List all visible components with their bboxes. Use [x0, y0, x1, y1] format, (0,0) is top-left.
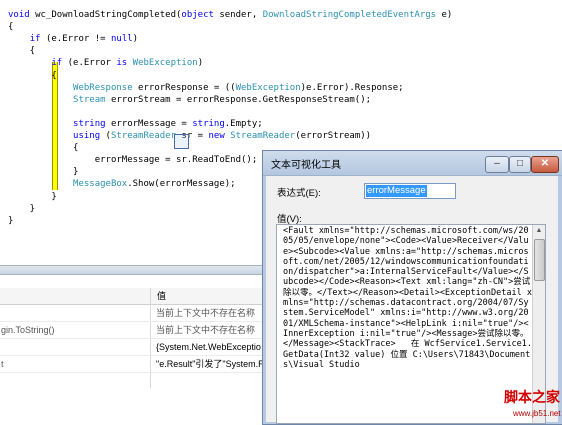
code-token: string	[73, 118, 106, 129]
code-token: .Empty;	[224, 118, 263, 129]
code-line[interactable]: void wc_DownloadStringCompleted(object s…	[8, 9, 452, 21]
expression-value: errorMessage	[366, 185, 427, 197]
code-line[interactable]: }	[8, 203, 35, 215]
locals-row[interactable]: gin.ToString() 当前上下文中不存在名称	[0, 322, 290, 339]
code-token: errorMessage =	[105, 118, 193, 129]
locals-row[interactable]: {System.Net.WebExceptio	[0, 339, 290, 356]
scroll-up-icon[interactable]: ▲	[533, 225, 545, 237]
code-token: {	[8, 46, 36, 57]
dialog-title: 文本可视化工具	[271, 160, 341, 171]
watermark-text: 脚本之家	[504, 390, 560, 406]
code-line[interactable]: }	[8, 191, 57, 203]
code-token: )e.Error).Response;	[300, 82, 404, 93]
row-value: 当前上下文中不存在名称	[156, 325, 256, 335]
code-token: MessageBox	[73, 179, 128, 190]
code-token: StreamReader	[110, 131, 176, 141]
locals-column-headers: 值	[0, 288, 290, 305]
code-token: {	[8, 22, 14, 33]
row-value: 当前上下文中不存在名称	[156, 308, 256, 318]
code-line[interactable]: WebResponse errorResponse = ((WebExcepti…	[8, 82, 404, 94]
code-line[interactable]: string errorMessage = string.Empty;	[8, 118, 263, 130]
code-token: {	[8, 70, 57, 81]
close-button[interactable]: ✕	[531, 156, 559, 173]
watermark-url: www.jb51.net	[513, 409, 561, 418]
code-token: void	[8, 10, 30, 20]
code-token: }	[8, 191, 57, 202]
code-line[interactable]: {	[8, 70, 57, 82]
maximize-button[interactable]: □	[509, 156, 531, 173]
code-token: .Show(errorMessage);	[127, 179, 236, 190]
code-token: DownloadStringCompletedEventArgs	[262, 10, 437, 20]
locals-window: 值 当前上下文中不存在名称 gin.ToString() 当前上下文中不存在名称…	[0, 265, 290, 423]
locals-row[interactable]: 当前上下文中不存在名称	[0, 305, 290, 322]
code-token: {	[8, 143, 79, 154]
code-token: WebException	[132, 58, 198, 69]
code-line[interactable]: using (StreamReader sr = new StreamReade…	[8, 130, 371, 142]
code-token: }	[8, 203, 36, 214]
code-line[interactable]: {	[8, 142, 78, 154]
row-name: gin.ToString()	[1, 325, 55, 335]
code-token: new	[208, 131, 225, 141]
code-token: string	[192, 118, 225, 129]
code-token: (errorStream))	[295, 131, 372, 141]
code-token: )	[132, 34, 139, 45]
code-token: }	[8, 215, 14, 226]
code-token: if	[51, 58, 63, 69]
code-line[interactable]: if (e.Error != null)	[8, 33, 138, 45]
code-token: StreamReader	[230, 131, 296, 141]
code-line[interactable]: Stream errorStream = errorResponse.GetRe…	[8, 94, 371, 106]
code-token: if	[29, 34, 41, 45]
code-token: WebResponse	[73, 82, 133, 93]
value-text: <Fault xmlns="http://schemas.microsoft.c…	[283, 226, 533, 370]
code-token: is	[116, 58, 128, 69]
code-token: )	[197, 58, 204, 69]
code-token: wc_DownloadStringCompleted(	[29, 10, 182, 20]
code-line[interactable]: }	[8, 166, 78, 178]
code-line[interactable]: errorMessage = sr.ReadToEnd();	[8, 154, 258, 166]
code-token: sender,	[213, 10, 263, 20]
site-watermark-logo: 脚本之家 www.jb51.net	[498, 387, 562, 423]
code-token: (e.Error !=	[40, 34, 111, 45]
dialog-body: 表达式(E): errorMessage 值(V): <Fault xmlns=…	[266, 176, 558, 424]
dialog-title-bar[interactable]: 文本可视化工具 – □ ✕	[263, 151, 562, 176]
expression-label: 表达式(E):	[277, 188, 321, 199]
code-token: e)	[436, 10, 453, 20]
locals-header-bar	[0, 265, 290, 275]
code-line[interactable]: }	[8, 215, 13, 227]
code-token: Stream	[73, 94, 106, 105]
scroll-thumb[interactable]	[534, 239, 545, 281]
code-token: errorResponse = ((	[132, 82, 236, 93]
code-token: null	[110, 34, 133, 45]
code-line[interactable]: {	[8, 21, 13, 33]
code-token: WebException	[235, 82, 301, 93]
hover-highlight	[174, 134, 189, 149]
code-line[interactable]: {	[8, 45, 35, 57]
minimize-button[interactable]: –	[485, 156, 509, 173]
code-token: }	[8, 167, 79, 178]
row-value: {System.Net.WebExceptio	[156, 342, 261, 352]
code-line[interactable]: MessageBox.Show(errorMessage);	[8, 178, 236, 190]
code-token: (e.Error	[62, 58, 117, 69]
code-token: errorMessage = sr.ReadToEnd();	[8, 155, 258, 166]
value-label: 值(V):	[277, 214, 302, 225]
locals-row[interactable]: t "e.Result"引发了"System.R	[0, 356, 290, 373]
code-token: errorStream = errorResponse.GetResponseS…	[105, 94, 372, 105]
code-token: using	[73, 131, 101, 141]
row-name: t	[1, 359, 4, 369]
code-token: object	[181, 10, 214, 20]
value-column-header[interactable]: 值	[157, 288, 166, 304]
text-visualizer-dialog: 文本可视化工具 – □ ✕ 表达式(E): errorMessage 值(V):…	[262, 150, 562, 425]
code-line[interactable]: if (e.Error is WebException)	[8, 57, 203, 69]
row-value: "e.Result"引发了"System.R	[156, 359, 265, 369]
expression-input[interactable]: errorMessage	[364, 183, 456, 199]
code-token: (	[100, 131, 111, 141]
